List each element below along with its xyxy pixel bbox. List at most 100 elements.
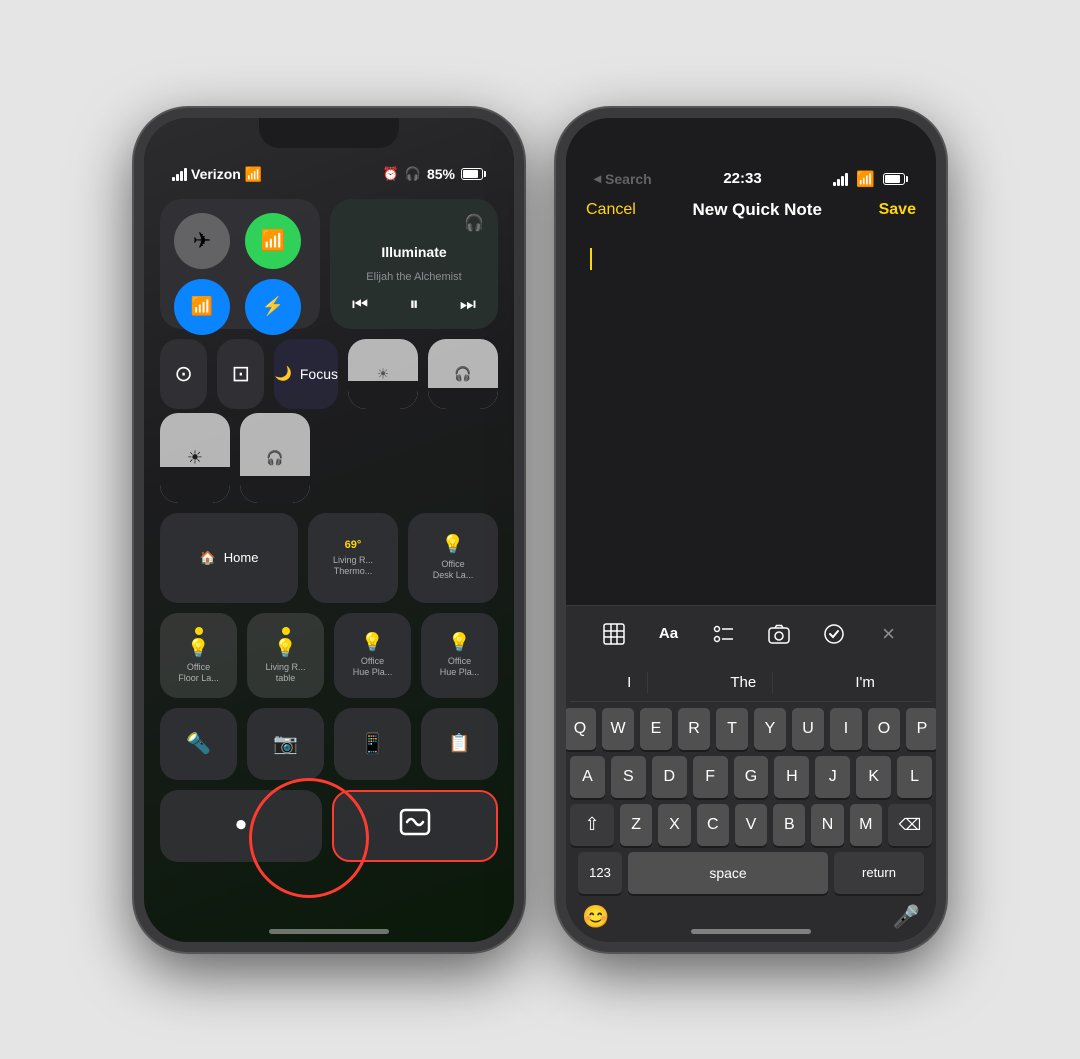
key-o[interactable]: O: [868, 708, 900, 750]
battery-body: [461, 168, 483, 180]
light-dot: [195, 627, 203, 635]
office-floor-tile[interactable]: 💡 OfficeFloor La...: [160, 613, 237, 698]
key-n[interactable]: N: [811, 804, 843, 846]
memokey-icon: [399, 808, 431, 843]
flashlight-button[interactable]: 🔦: [160, 708, 237, 780]
key-f[interactable]: F: [693, 756, 728, 798]
quick-note-button[interactable]: 📋: [421, 708, 498, 780]
markup-tool-button[interactable]: [816, 616, 852, 652]
key-z[interactable]: Z: [620, 804, 652, 846]
table-light-icon: 💡: [274, 638, 296, 659]
hue-tile-1[interactable]: 💡 OfficeHue Pla...: [334, 613, 411, 698]
notes-editor[interactable]: [566, 232, 936, 605]
light-dot2: [282, 627, 290, 635]
close-toolbar-button[interactable]: ×: [871, 616, 907, 652]
cc-row5: 🔦 📷 📱 📋: [160, 708, 498, 780]
suggestion-im[interactable]: I'm: [839, 672, 891, 693]
key-a[interactable]: A: [570, 756, 605, 798]
key-w[interactable]: W: [602, 708, 634, 750]
cc-sliders-2: 🎧: [428, 339, 498, 409]
key-s[interactable]: S: [611, 756, 646, 798]
cc-row4: 💡 OfficeFloor La... 💡 Living R...table 💡…: [160, 613, 498, 698]
key-b[interactable]: B: [773, 804, 805, 846]
emoji-button[interactable]: 😊: [582, 904, 609, 930]
bluetooth-button[interactable]: ⚡: [245, 279, 301, 335]
prev-track-button[interactable]: ⏮: [352, 294, 368, 315]
key-p[interactable]: P: [906, 708, 936, 750]
memokey-button[interactable]: [332, 790, 498, 862]
key-h[interactable]: H: [774, 756, 809, 798]
airplane-mode-button[interactable]: ✈: [174, 213, 230, 269]
key-m[interactable]: M: [850, 804, 882, 846]
home-icon: 🏠: [200, 550, 216, 566]
key-i[interactable]: I: [830, 708, 862, 750]
text-cursor: [590, 248, 592, 270]
notes-nav-bar: Cancel New Quick Note Save: [566, 192, 936, 232]
rbar2: [837, 179, 840, 186]
time-display: 22:33: [723, 170, 761, 187]
key-d[interactable]: D: [652, 756, 687, 798]
thermostat-tile[interactable]: 69° Living R...Thermo...: [308, 513, 398, 603]
key-c[interactable]: C: [697, 804, 729, 846]
numbers-key[interactable]: 123: [578, 852, 622, 894]
key-r[interactable]: R: [678, 708, 710, 750]
thermostat-label: Living R...Thermo...: [333, 555, 373, 577]
cc-status-right: ⏰ 🎧 85%: [383, 166, 486, 182]
play-pause-button[interactable]: ⏸: [410, 294, 419, 315]
screen-lock-button[interactable]: ⊙: [160, 339, 207, 409]
battery-percent: 85%: [427, 166, 455, 182]
key-g[interactable]: G: [734, 756, 769, 798]
screen-record-button[interactable]: ⏺: [160, 790, 322, 862]
key-y[interactable]: Y: [754, 708, 786, 750]
hue-label2: OfficeHue Pla...: [440, 656, 480, 678]
cc-row3: 🏠 Home 69° Living R...Thermo... 💡 Office…: [160, 513, 498, 603]
key-k[interactable]: K: [856, 756, 891, 798]
desk-lamp-tile[interactable]: 💡 OfficeDesk La...: [408, 513, 498, 603]
key-l[interactable]: L: [897, 756, 932, 798]
space-key[interactable]: space: [628, 852, 828, 894]
table-tool-button[interactable]: [596, 616, 632, 652]
home-button[interactable]: 🏠 Home: [160, 513, 298, 603]
wifi-button[interactable]: 📶: [174, 279, 230, 335]
cancel-button[interactable]: Cancel: [586, 201, 636, 219]
headphones-status-icon: 🎧: [344, 213, 484, 233]
living-table-tile[interactable]: 💡 Living R...table: [247, 613, 324, 698]
screen-mirror-button[interactable]: ⊡: [217, 339, 264, 409]
checklist-button[interactable]: [706, 616, 742, 652]
focus-button[interactable]: 🌙 Focus: [274, 339, 338, 409]
suggestion-the[interactable]: The: [714, 672, 773, 693]
shift-key[interactable]: ⇧: [570, 804, 614, 846]
return-key[interactable]: return: [834, 852, 924, 894]
save-button[interactable]: Save: [879, 201, 916, 219]
back-label[interactable]: Search: [605, 171, 652, 187]
camera-button[interactable]: 📷: [247, 708, 324, 780]
cc-connectivity-panel: ✈ 📶 📶 ⚡: [160, 199, 320, 329]
delete-key[interactable]: ⌫: [888, 804, 932, 846]
right-phone-notch: [681, 118, 821, 148]
text-format-button[interactable]: Aa: [651, 616, 687, 652]
floor-light-label: OfficeFloor La...: [178, 662, 219, 684]
remote-icon: 📱: [360, 731, 385, 756]
battery-tip-right: [906, 176, 908, 182]
suggestion-i[interactable]: I: [611, 672, 648, 693]
brightness-slider[interactable]: ☀: [348, 339, 418, 409]
home-indicator: [269, 929, 389, 934]
key-e[interactable]: E: [640, 708, 672, 750]
next-track-button[interactable]: ⏭: [460, 294, 476, 315]
hue-tile-2[interactable]: 💡 OfficeHue Pla...: [421, 613, 498, 698]
key-v[interactable]: V: [735, 804, 767, 846]
key-x[interactable]: X: [658, 804, 690, 846]
brightness-slider-tall[interactable]: ☀: [160, 413, 230, 503]
key-j[interactable]: J: [815, 756, 850, 798]
mic-button[interactable]: 🎤: [893, 904, 920, 930]
key-u[interactable]: U: [792, 708, 824, 750]
temp-value: 69°: [345, 539, 362, 551]
camera-tool-button[interactable]: [761, 616, 797, 652]
key-t[interactable]: T: [716, 708, 748, 750]
key-q[interactable]: Q: [566, 708, 596, 750]
camera-icon: 📷: [273, 731, 298, 756]
cellular-button[interactable]: 📶: [245, 213, 301, 269]
volume-slider[interactable]: 🎧: [428, 339, 498, 409]
remote-button[interactable]: 📱: [334, 708, 411, 780]
volume-slider-tall[interactable]: 🎧: [240, 413, 310, 503]
